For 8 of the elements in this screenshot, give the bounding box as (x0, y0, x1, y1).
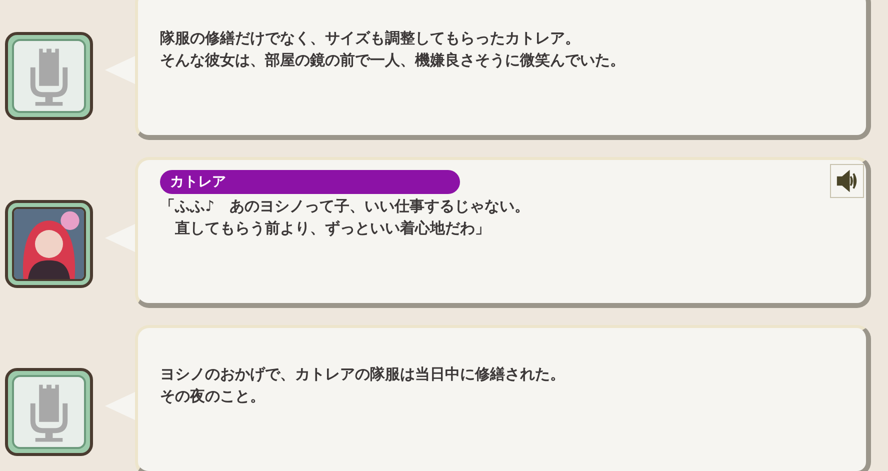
dialogue-line: そんな彼女は、部屋の鏡の前で一人、機嫌良さそうに微笑んでいた。 (160, 50, 626, 71)
dialogue-line: その夜のこと。 (160, 386, 266, 407)
dialogue-line: 隊服の修繕だけでなく、サイズも調整してもらったカトレア。 (160, 28, 581, 49)
dialogue-line: 直してもらう前より、ずっといい着心地だわ」 (174, 218, 491, 239)
dialogue-line: 「ふふ♪ あのヨシノって子、いい仕事するじゃない。 (160, 196, 531, 217)
voice-button[interactable] (830, 164, 864, 198)
speaker-name: カトレア (160, 170, 460, 194)
dialogue-line: ヨシノのおかげで、カトレアの隊服は当日中に修繕された。 (160, 364, 566, 385)
